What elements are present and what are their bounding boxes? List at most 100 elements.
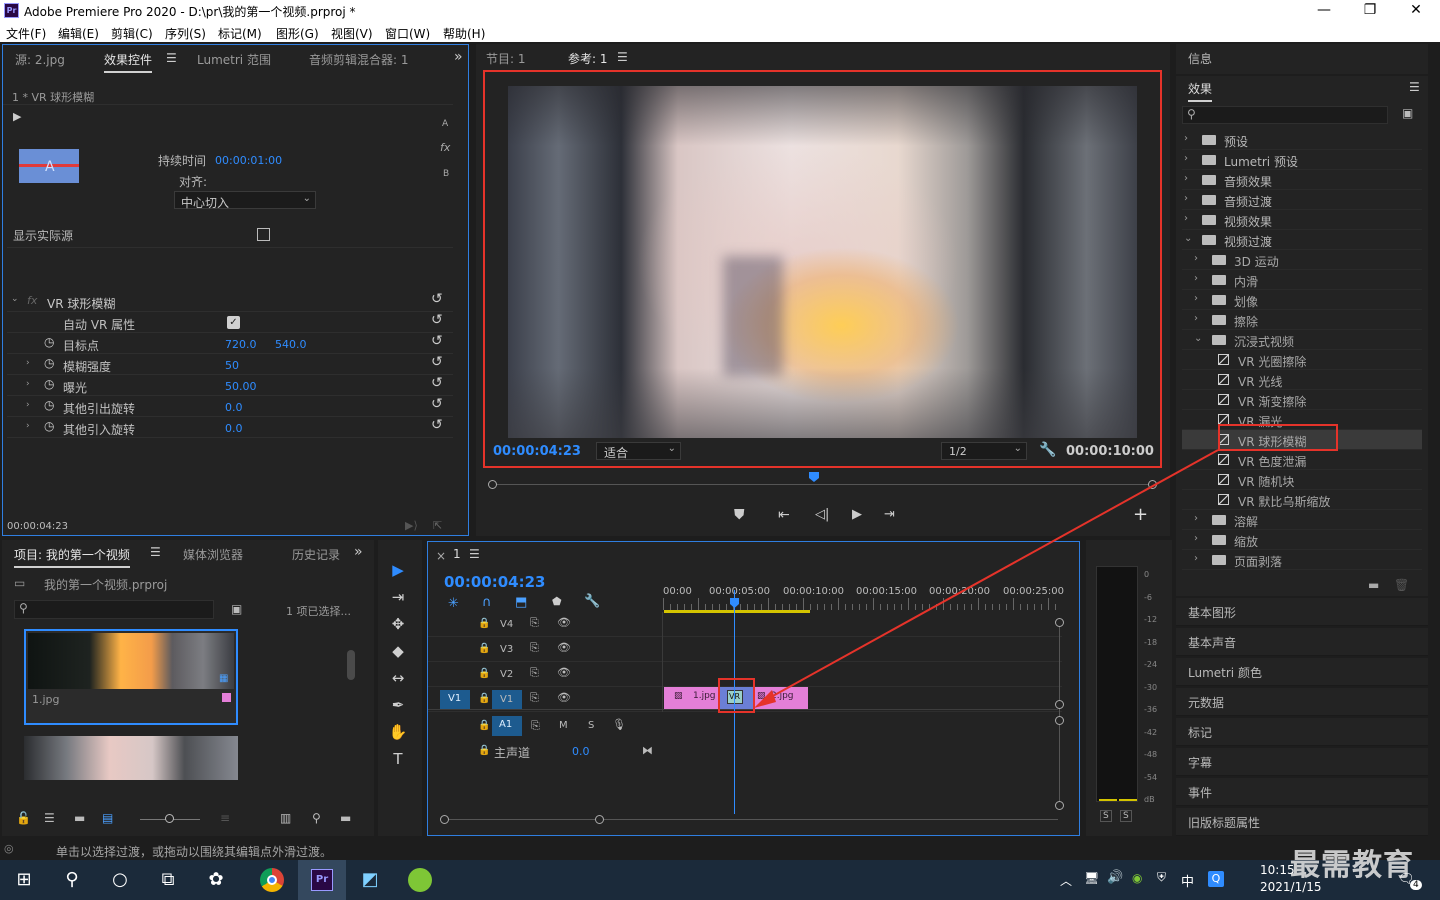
chevron-down-icon[interactable]: ⌄ [1194,333,1202,344]
lock-icon[interactable]: 🔒 [478,643,490,654]
expand-icon[interactable]: › [26,421,30,431]
automate-icon[interactable]: ▥ [280,811,291,825]
reset-effect-icon[interactable]: ↺ [431,291,443,307]
app-icon-green[interactable] [408,868,432,892]
scrollbar[interactable] [347,650,355,680]
panel-menu-icon[interactable]: ☰ [617,50,628,64]
effects-search-input[interactable]: ⚲ [1182,106,1388,124]
voice-over-icon[interactable]: 🎙 [612,718,626,731]
menu-edit[interactable]: 编辑(E) [58,25,99,42]
new-custom-bin-icon[interactable]: ▬ [1368,578,1379,592]
slip-tool-icon[interactable]: ↔ [386,666,410,690]
chrome-icon[interactable] [260,868,284,892]
chevron-right-icon[interactable]: › [1184,213,1188,224]
lock-icon[interactable]: 🔓 [16,811,31,825]
panel-menu-icon[interactable]: ☰ [469,547,480,561]
pinwheel-app-icon[interactable]: ✿ [204,868,228,892]
notepad-icon[interactable]: ◩ [358,868,382,892]
ime-indicator[interactable]: 中 [1181,871,1194,890]
reset-parameter-icon[interactable]: ↺ [431,375,443,391]
lock-icon[interactable]: 🔒 [478,745,490,756]
hand-tool-icon[interactable]: ✋ [386,720,410,744]
tab-audio-clip-mixer[interactable]: 音频剪辑混合器: 1 [309,51,409,68]
stopwatch-icon[interactable]: ◷ [44,419,54,433]
chevron-right-icon[interactable]: › [1194,253,1198,264]
property-value[interactable]: 50 [225,359,239,372]
lock-icon[interactable]: 🔒 [478,693,490,704]
stopwatch-icon[interactable]: ◷ [44,398,54,412]
lock-icon[interactable]: 🔒 [478,618,490,629]
eye-icon[interactable]: 👁 [557,616,571,629]
expand-icon[interactable]: › [26,379,30,389]
alignment-dropdown[interactable]: 中心切入 ⌄ [174,191,316,210]
effect-item[interactable]: VR 漏光 [1182,410,1422,430]
bin-icon[interactable]: ▣ [231,602,242,616]
side-panel-button[interactable]: 旧版标题属性 [1176,808,1428,836]
delete-icon[interactable]: 🗑 [1394,578,1409,592]
reset-parameter-icon[interactable]: ↺ [431,396,443,412]
auto-vr-checkbox[interactable]: ✓ [227,316,240,329]
add-marker-icon[interactable]: ⬟ [552,595,562,608]
type-tool-icon[interactable]: T [386,747,410,771]
menu-window[interactable]: 窗口(W) [385,25,430,42]
close-button[interactable]: ✕ [1396,2,1436,18]
stopwatch-icon[interactable]: ◷ [44,377,54,391]
solo-button[interactable]: S [588,720,594,731]
windows-start-icon[interactable]: ⊞ [12,868,36,892]
clip-1jpg[interactable]: ▨ 1.jpg [664,687,718,709]
source-patch-v1[interactable]: V1 [440,690,470,710]
tab-effect-controls[interactable]: 效果控件 [104,51,153,73]
track-select-tool-icon[interactable]: ⇥ [386,585,410,609]
tab-project[interactable]: 项目: 我的第一个视频 [14,546,130,568]
zoom-handle-left[interactable] [488,480,497,489]
menu-clip[interactable]: 剪辑(C) [111,25,153,42]
eye-icon[interactable]: 👁 [557,641,571,654]
panel-menu-icon[interactable]: ☰ [166,51,177,65]
tab-media-browser[interactable]: 媒体浏览器 [183,546,243,563]
tab-program[interactable]: 节目: 1 [486,50,526,67]
property-value-2[interactable]: 540.0 [275,338,307,351]
track-target[interactable]: V2 [492,665,522,685]
effect-folder[interactable]: › 音频过渡 [1182,190,1422,210]
menu-graphics[interactable]: 图形(G) [276,25,319,42]
master-volume[interactable]: 0.0 [572,745,590,758]
effect-folder[interactable]: › 预设 [1182,130,1422,150]
sequence-tab[interactable]: 1 [453,547,461,561]
linked-selection-icon[interactable]: ⬒ [515,595,527,610]
selection-tool-icon[interactable]: ▶ [386,558,410,582]
nest-icon[interactable]: ✳ [448,596,459,611]
find-icon[interactable]: ⚲ [312,811,321,825]
go-to-out-icon[interactable]: ⧓ [642,744,653,757]
fit-dropdown[interactable]: 适合 ⌄ [596,442,681,460]
track-target[interactable]: V4 [492,615,522,635]
menu-file[interactable]: 文件(F) [6,25,46,42]
chevron-right-icon[interactable]: › [1194,293,1198,304]
effect-folder[interactable]: › 音频效果 [1182,170,1422,190]
chevron-right-icon[interactable]: › [1184,173,1188,184]
side-panel-button[interactable]: 事件 [1176,778,1428,806]
maximize-button[interactable]: ❐ [1350,2,1390,18]
chevron-right-icon[interactable]: › [1194,313,1198,324]
tab-reference[interactable]: 参考: 1 [568,50,608,72]
security-icon[interactable]: ⛨ [1157,870,1166,885]
timeline-settings-icon[interactable]: 🔧 [584,594,600,609]
eye-icon[interactable]: 👁 [557,691,571,704]
project-search-input[interactable]: ⚲ [14,600,214,619]
effect-folder[interactable]: ⌄ 沉浸式视频 [1182,330,1422,350]
snap-icon[interactable]: ∩ [482,595,492,610]
nvidia-icon[interactable]: ◉ [1132,871,1142,885]
export-frame-icon[interactable]: ▶⟩ [405,519,418,532]
sync-lock-icon[interactable]: ⎘ [531,719,540,733]
effect-folder[interactable]: › 划像 [1182,290,1422,310]
close-tab-icon[interactable]: × [436,549,446,563]
effect-folder[interactable]: ⌄ 视频过渡 [1182,230,1422,250]
new-bin-icon[interactable]: ▣ [1402,106,1413,120]
media-item-1jpg[interactable]: 1.jpg ▦ [24,629,238,725]
freeform-view-icon[interactable]: ▤ [102,811,113,825]
pen-tool-icon[interactable]: ✒ [386,693,410,717]
effect-folder[interactable]: › Lumetri 预设 [1182,150,1422,170]
mute-button[interactable]: M [559,720,568,731]
reset-parameter-icon[interactable]: ↺ [431,312,443,328]
effect-folder[interactable]: › 3D 运动 [1182,250,1422,270]
chevron-right-icon[interactable]: › [1184,153,1188,164]
